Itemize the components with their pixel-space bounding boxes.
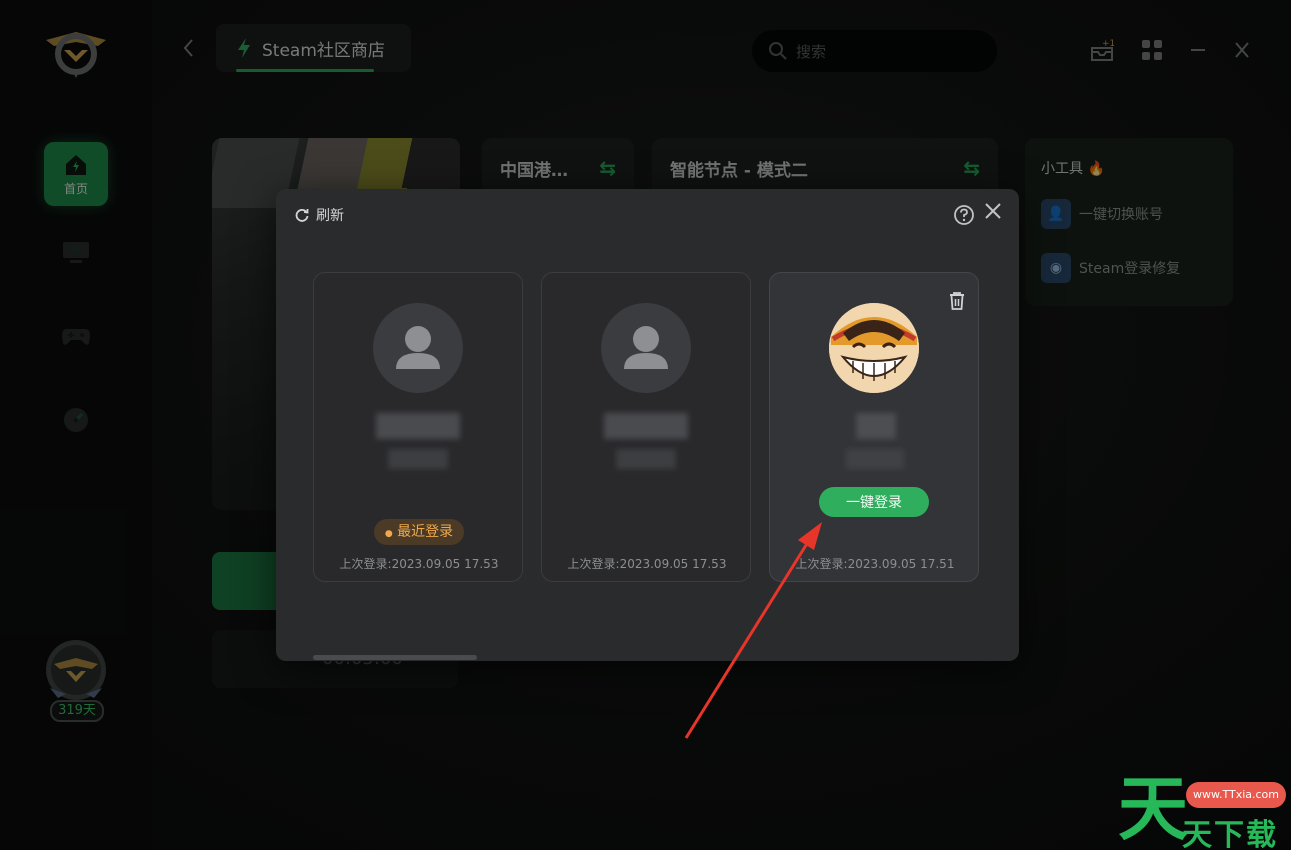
avatar-image	[829, 303, 919, 393]
default-user-icon	[624, 326, 668, 369]
one-click-login-button[interactable]: 一键登录	[819, 487, 929, 517]
close-icon	[985, 203, 1001, 219]
horizontal-scrollbar[interactable]	[313, 655, 477, 660]
account-card-2[interactable]: 上次登录:2023.09.05 17.53	[541, 272, 751, 582]
last-login-time: 上次登录:2023.09.05 17.53	[339, 557, 499, 571]
recent-login-badge-text: 最近登录	[397, 524, 454, 540]
trash-icon[interactable]	[948, 291, 966, 311]
watermark-big-char: 天	[1118, 768, 1188, 850]
account-id-redacted	[846, 449, 904, 469]
last-login-time: 上次登录:2023.09.05 17.51	[795, 557, 955, 571]
account-id-redacted	[388, 449, 448, 469]
default-user-icon	[396, 326, 440, 369]
account-name-redacted	[856, 413, 896, 439]
account-id-redacted	[616, 449, 676, 469]
avatar	[373, 303, 463, 393]
cartoon-avatar-icon	[829, 303, 919, 393]
account-name-redacted	[604, 413, 688, 439]
watermark-url: www.TTxia.com	[1186, 782, 1286, 808]
account-name-redacted	[376, 413, 460, 439]
refresh-icon	[295, 209, 309, 222]
help-icon[interactable]	[953, 204, 975, 226]
refresh-label: 刷新	[316, 208, 344, 224]
last-login-time: 上次登录:2023.09.05 17.53	[567, 557, 727, 571]
recent-login-badge: ● 最近登录	[374, 519, 464, 545]
avatar	[601, 303, 691, 393]
modal-close-button[interactable]	[984, 202, 1002, 226]
refresh-button[interactable]: 刷新	[294, 205, 344, 225]
account-switch-modal: 刷新 ● 最近登录 上次登录:2023.09.05 17.53 上次登录:202…	[276, 189, 1019, 661]
site-watermark: 天 www.TTxia.com 天下载	[1110, 768, 1290, 850]
account-card-1[interactable]: ● 最近登录 上次登录:2023.09.05 17.53	[313, 272, 523, 582]
account-card-3[interactable]: 一键登录 上次登录:2023.09.05 17.51	[769, 272, 979, 582]
watermark-text: 天下载	[1182, 818, 1278, 850]
